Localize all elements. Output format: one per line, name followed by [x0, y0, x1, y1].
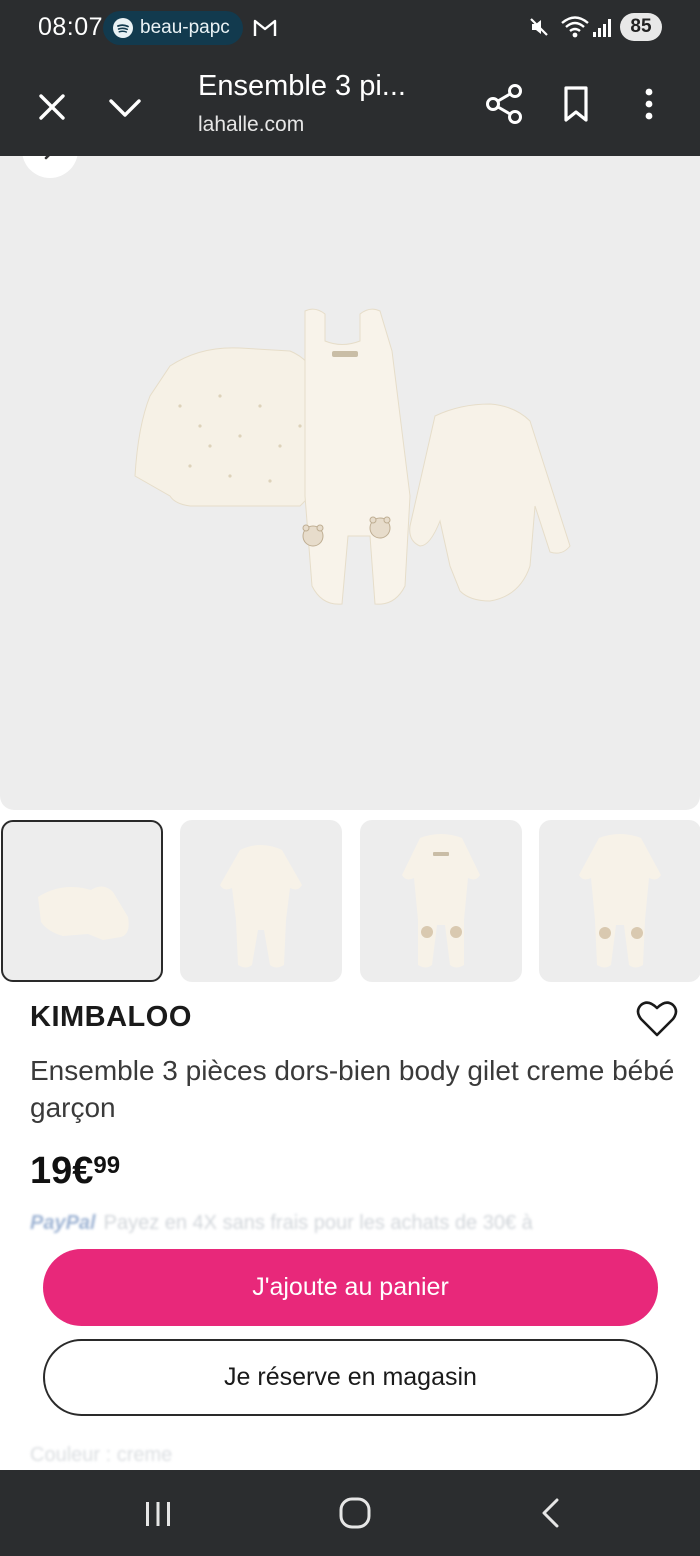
- product-main-image[interactable]: [0, 156, 700, 810]
- signal-icon: [593, 19, 611, 37]
- mute-icon: [530, 18, 548, 36]
- add-to-cart-button[interactable]: J'ajoute au panier: [43, 1249, 658, 1326]
- thumbnail-2[interactable]: [180, 820, 342, 982]
- more-vert-icon[interactable]: [634, 84, 664, 124]
- reserve-in-store-button[interactable]: Je réserve en magasin: [43, 1339, 658, 1416]
- bookmark-icon[interactable]: [558, 84, 594, 124]
- page-title: Ensemble 3 pi...: [198, 70, 406, 102]
- thumbnail-1[interactable]: [1, 820, 163, 982]
- brand-name[interactable]: KIMBALOO: [30, 1001, 192, 1034]
- custom-tab-toolbar: Ensemble 3 pi... lahalle.com: [0, 56, 700, 156]
- status-bar: 08:07 beau-papc 85: [0, 0, 700, 56]
- price-main: 19€: [30, 1150, 94, 1192]
- thumbnail-image: [402, 834, 480, 968]
- back-icon[interactable]: [538, 1497, 562, 1529]
- carousel-prev-button[interactable]: [22, 156, 78, 178]
- wifi-icon: [561, 16, 589, 38]
- share-icon[interactable]: [483, 82, 525, 126]
- paypal-logo: PayPal: [30, 1212, 96, 1234]
- status-time: 08:07: [38, 13, 104, 41]
- thumbnail-image: [38, 886, 129, 940]
- color-label: Couleur : creme: [30, 1444, 173, 1466]
- product-title: Ensemble 3 pièces dors-bien body gilet c…: [30, 1055, 675, 1123]
- thumbnail-4[interactable]: [539, 820, 700, 982]
- paypal-text: Payez en 4X sans frais pour les achats d…: [103, 1212, 533, 1234]
- close-icon[interactable]: [32, 87, 72, 127]
- spotify-icon: [113, 18, 133, 38]
- page-url: lahalle.com: [198, 113, 305, 136]
- battery-icon: 85: [620, 13, 662, 41]
- thumbnail-image: [220, 845, 302, 968]
- product-photo: [134, 308, 571, 605]
- gmail-icon: [253, 19, 277, 36]
- thumbnail-image: [579, 834, 661, 968]
- recent-apps-icon[interactable]: [142, 1500, 174, 1528]
- product-price: 19€99: [30, 1150, 120, 1193]
- price-cents: 99: [93, 1152, 121, 1179]
- paypal-banner[interactable]: PayPal Payez en 4X sans frais pour les ac…: [30, 1212, 670, 1242]
- thumbnail-strip: [0, 820, 700, 982]
- system-nav-bar: [0, 1470, 700, 1556]
- chevron-left-icon: [44, 156, 50, 160]
- heart-icon[interactable]: [636, 1000, 678, 1038]
- chevron-down-icon[interactable]: [103, 87, 147, 127]
- spotify-label: beau-papc: [140, 17, 230, 38]
- home-icon[interactable]: [338, 1496, 372, 1530]
- thumbnail-3[interactable]: [360, 820, 522, 982]
- spotify-now-playing-pill[interactable]: beau-papc: [103, 11, 243, 45]
